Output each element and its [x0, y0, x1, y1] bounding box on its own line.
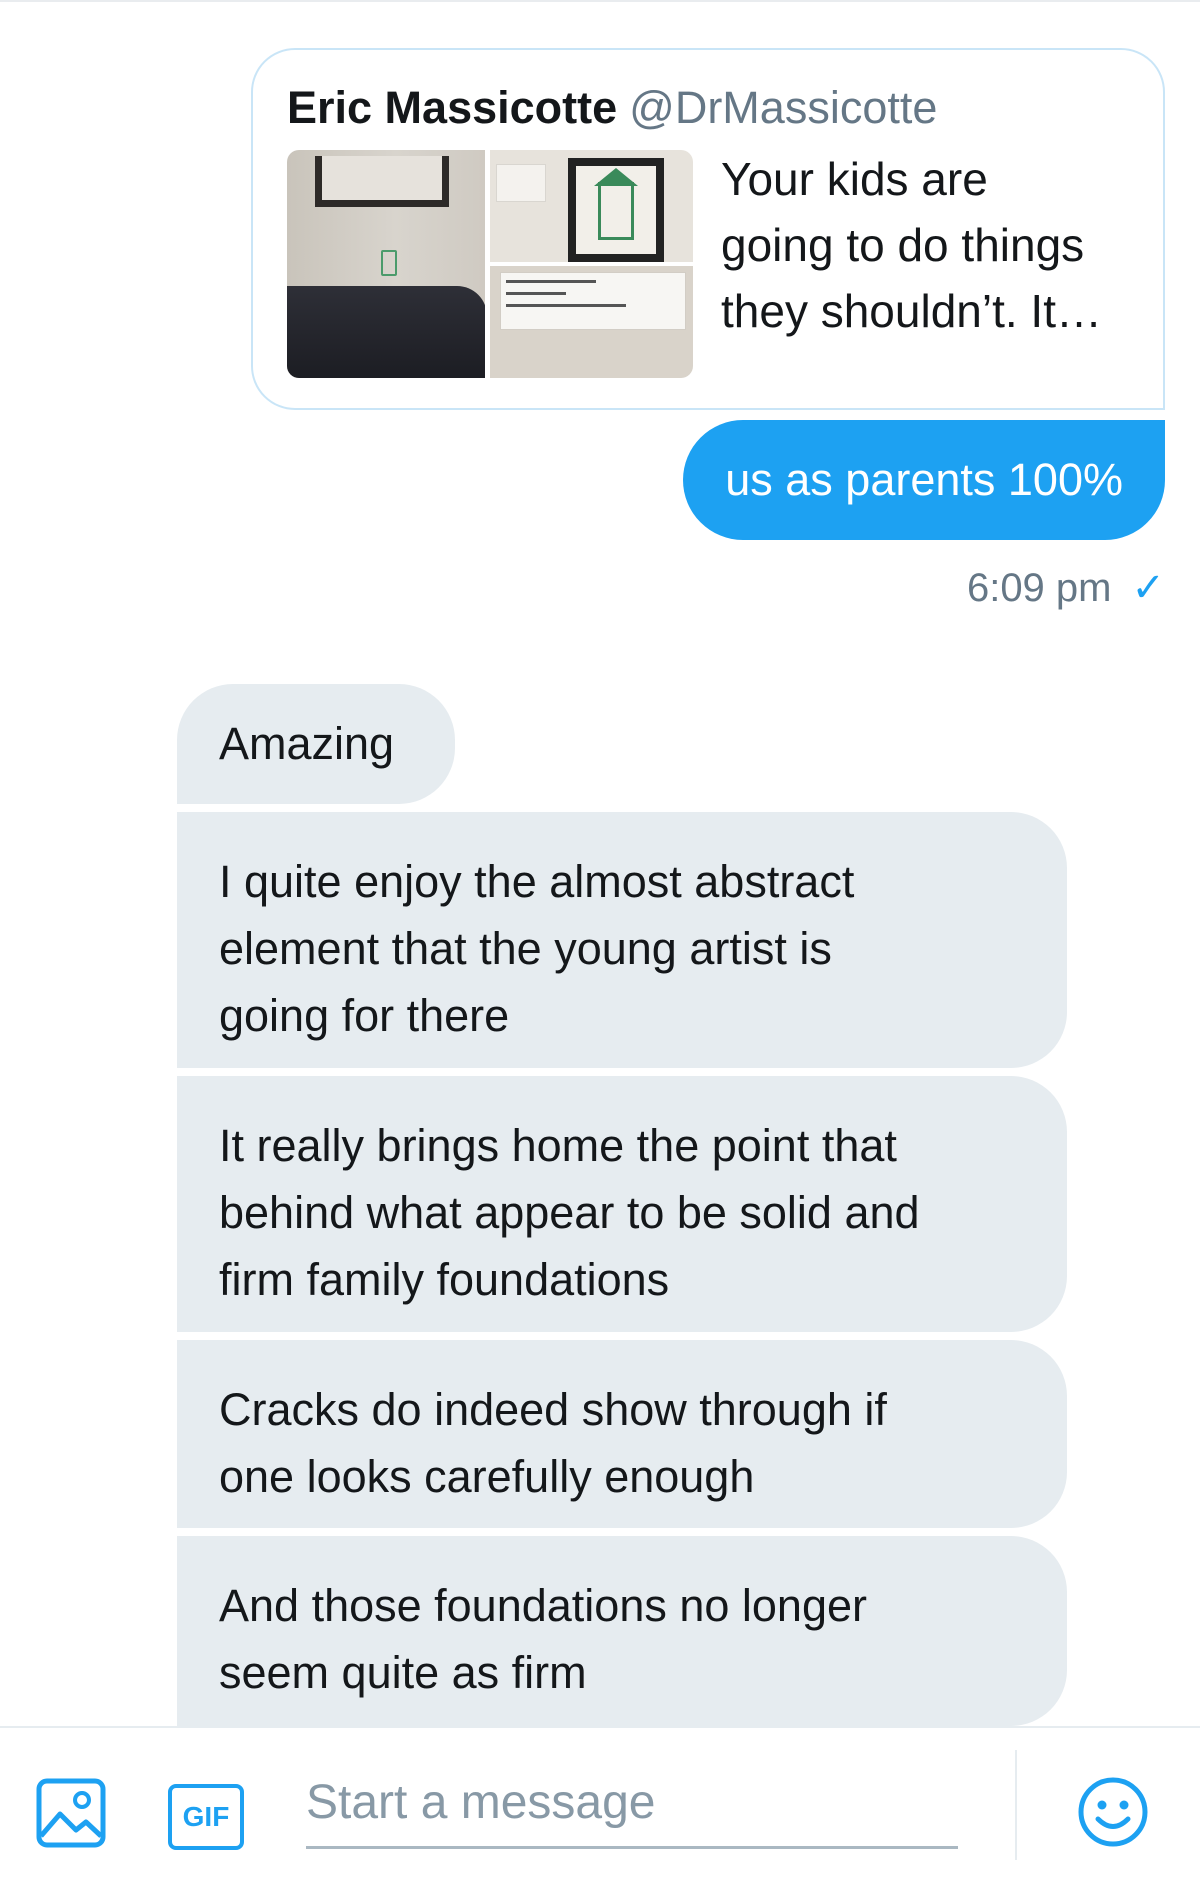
picture-frame-shape	[315, 156, 449, 207]
message-line: going for there	[219, 990, 510, 1041]
message-line: behind what appear to be solid and	[219, 1187, 920, 1238]
message-line: It really brings home the point that	[219, 1120, 897, 1171]
tweet-text-line: they shouldn’t. It…	[721, 285, 1102, 337]
framed-drawing-shape	[568, 158, 664, 262]
composer-divider	[1015, 1750, 1017, 1860]
tweet-photo-3[interactable]	[490, 266, 693, 378]
tweet-author: Eric Massicotte @DrMassicotte	[287, 80, 937, 136]
incoming-message-bubble[interactable]: And those foundations no longer seem qui…	[177, 1536, 1067, 1726]
top-divider	[0, 0, 1200, 2]
placard-text-line	[506, 304, 626, 307]
message-line: firm family foundations	[219, 1254, 670, 1305]
image-icon[interactable]	[36, 1778, 106, 1848]
chair-shape	[287, 286, 485, 378]
message-line: I quite enjoy the almost abstract	[219, 856, 855, 907]
placard-text-line	[506, 292, 566, 295]
gif-button[interactable]: GIF	[168, 1784, 244, 1850]
message-line: Cracks do indeed show through if	[219, 1384, 887, 1435]
check-icon: ✓	[1131, 566, 1165, 610]
incoming-message-bubble[interactable]: Amazing	[177, 684, 455, 804]
tweet-photo-2[interactable]	[490, 150, 693, 262]
placard-text-line	[506, 280, 596, 283]
message-timestamp: 6:09 pm	[966, 566, 1112, 610]
wall-doodle-shape	[381, 250, 397, 276]
tweet-text: Your kids are going to do things they sh…	[721, 146, 1141, 344]
smiley-icon[interactable]	[1077, 1776, 1149, 1848]
outgoing-message-bubble[interactable]: us as parents 100%	[683, 420, 1165, 540]
house-drawing-shape	[598, 182, 634, 240]
shared-tweet-card[interactable]: Eric Massicotte @DrMassicotte Your kids …	[251, 48, 1165, 410]
message-line: And those foundations no longer	[219, 1580, 867, 1631]
message-meta: 6:09 pm ✓	[967, 560, 1165, 616]
tweet-author-name: Eric Massicotte	[287, 82, 618, 133]
tweet-photo-1[interactable]	[287, 150, 485, 378]
incoming-message-bubble[interactable]: I quite enjoy the almost abstract elemen…	[177, 812, 1067, 1068]
tweet-author-handle: @DrMassicotte	[629, 82, 938, 133]
incoming-message-bubble[interactable]: It really brings home the point that beh…	[177, 1076, 1067, 1332]
tweet-text-line: Your kids are	[721, 153, 988, 205]
incoming-message-bubble[interactable]: Cracks do indeed show through if one loo…	[177, 1340, 1067, 1528]
message-line: one looks carefully enough	[219, 1451, 755, 1502]
message-composer: GIF	[0, 1726, 1200, 1881]
message-line: element that the young artist is	[219, 923, 832, 974]
tweet-media-grid[interactable]	[287, 150, 693, 378]
message-line: Amazing	[219, 718, 395, 769]
message-line: seem quite as firm	[219, 1647, 587, 1698]
gallery-label-shape	[496, 164, 546, 202]
message-input[interactable]	[306, 1758, 958, 1849]
dm-conversation: Eric Massicotte @DrMassicotte Your kids …	[0, 0, 1200, 1881]
tweet-text-line: going to do things	[721, 219, 1085, 271]
